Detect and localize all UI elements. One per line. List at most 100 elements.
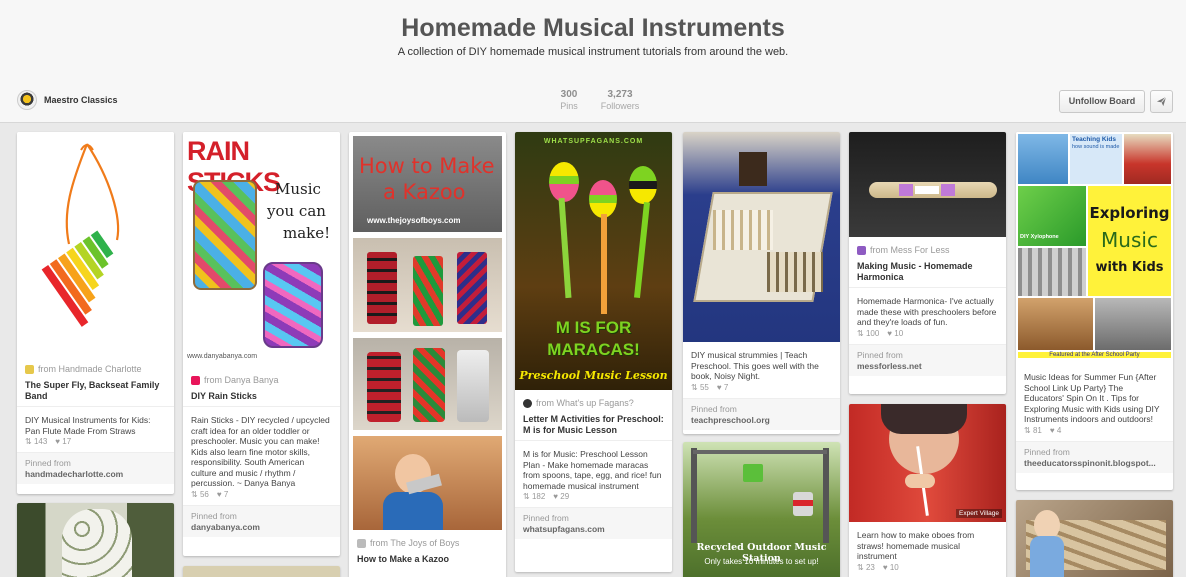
pin-source[interactable]: from Danya Banya <box>183 367 340 385</box>
pin-image[interactable] <box>17 132 174 356</box>
pin-counts: ⇅ 81 ♥ 4 <box>1016 425 1173 441</box>
pinned-from-domain[interactable]: teachpreschool.org <box>691 415 832 425</box>
pin-image[interactable] <box>17 503 174 577</box>
pin-counts: ⇅ 182 ♥ 29 <box>515 491 672 507</box>
pinned-from[interactable]: Pinned from teachpreschool.org <box>683 397 840 430</box>
sound-made-label: how sound is made <box>1072 144 1120 150</box>
pin-source-text[interactable]: from The Joys of Boys <box>370 538 459 548</box>
repin-count: ⇅ 23 <box>857 562 875 572</box>
pin-source[interactable]: from What's up Fagans? <box>515 390 672 408</box>
pin-counts: ⇅ 100 ♥ 10 <box>849 328 1006 344</box>
repin-icon: ⇅ <box>691 382 700 392</box>
kazoo-url: www.thejoysofboys.com <box>367 216 461 225</box>
pin-card-outdoor-music-station[interactable]: Recycled Outdoor Music Station Only take… <box>683 442 840 577</box>
pin-description: Rain Sticks - DIY recycled / upcycled cr… <box>191 415 330 488</box>
repin-icon: ⇅ <box>191 489 200 499</box>
pin-image[interactable]: WHATSUPFAGANS.COM M IS FOR MARACAS! Pres… <box>515 132 672 390</box>
danya-banya-star-icon <box>191 375 200 385</box>
pin-card-xylophone-child[interactable] <box>1016 500 1173 577</box>
pin-source-text[interactable]: from Danya Banya <box>204 375 279 385</box>
avatar[interactable] <box>17 90 37 110</box>
pin-title[interactable]: Making Music - Homemade Harmonica <box>849 255 1006 288</box>
pinned-from-domain[interactable]: whatsupfagans.com <box>523 524 664 534</box>
pin-source-text[interactable]: from What's up Fagans? <box>536 398 634 408</box>
rain-sticks-text-2: you can <box>267 202 326 220</box>
like-count: ♥ 29 <box>553 492 570 501</box>
maracas-heading-1: M IS FOR <box>555 318 632 337</box>
exploring-heading: Exploring <box>1089 204 1170 222</box>
board-title: Homemade Musical Instruments <box>401 14 785 42</box>
pinned-from-label: Pinned from <box>25 458 71 468</box>
like-count: ♥ 7 <box>216 489 229 499</box>
maracas-subheading: Preschool Music Lesson <box>519 369 668 382</box>
followers-stat[interactable]: 3,273 Followers <box>598 89 642 111</box>
pins-stat[interactable]: 300 Pins <box>552 89 586 111</box>
owner-name[interactable]: Maestro Classics <box>44 95 118 105</box>
pin-card-exploring-music[interactable]: Teaching Kids how sound is made Explorin… <box>1016 132 1173 490</box>
pin-card-strummies[interactable]: DIY musical strummies | Teach Preschool.… <box>683 132 840 434</box>
pin-title[interactable]: Letter M Activities for Preschool: M is … <box>515 408 672 441</box>
pin-source[interactable]: from The Joys of Boys <box>349 536 506 548</box>
pin-card-owl-apron[interactable] <box>17 503 174 577</box>
pin-description: DIY musical strummies | Teach Preschool.… <box>691 350 819 381</box>
pinned-from-domain[interactable]: handmadecharlotte.com <box>25 469 166 479</box>
pin-card-rain-sticks[interactable]: RAIN STICKS Music you can make! www.dany… <box>183 132 340 556</box>
pin-image[interactable]: How to Make a Kazoo www.thejoysofboys.co… <box>353 136 502 232</box>
pin-image[interactable] <box>683 132 840 342</box>
pin-image[interactable] <box>1016 500 1173 577</box>
pinned-from-label: Pinned from <box>691 403 737 414</box>
board-owner[interactable]: Maestro Classics <box>17 90 118 110</box>
pin-image[interactable] <box>849 132 1006 237</box>
like-count: ♥ 7 <box>716 382 729 392</box>
pinned-from[interactable]: Pinned from messforless.net <box>849 343 1006 376</box>
pinned-from[interactable]: Pinned from theeducatorsspinonit.blogspo… <box>1016 440 1173 473</box>
pinned-from[interactable]: Pinned from danyabanya.com <box>183 504 340 537</box>
pin-card-harmonica[interactable]: from Mess For Less Making Music - Homema… <box>849 132 1006 394</box>
kazoo-step-image-2[interactable] <box>353 338 502 430</box>
pin-image[interactable]: RAIN STICKS Music you can make! www.dany… <box>183 132 340 367</box>
pin-card-oboe-straws[interactable]: Expert Village Learn how to make oboes f… <box>849 404 1006 577</box>
heart-icon: ♥ <box>716 382 724 392</box>
pin-description: M is for Music: Preschool Lesson Plan - … <box>523 449 662 491</box>
pin-card-maracas[interactable]: WHATSUPFAGANS.COM M IS FOR MARACAS! Pres… <box>515 132 672 572</box>
pinned-from-domain[interactable]: danyabanya.com <box>191 522 332 532</box>
pin-source-text[interactable]: from Mess For Less <box>870 245 950 255</box>
pin-image[interactable]: Expert Village <box>849 404 1006 522</box>
pin-card-pan-flute[interactable]: from Handmade Charlotte The Super Fly, B… <box>17 132 174 494</box>
pinned-from[interactable]: Pinned from handmadecharlotte.com <box>17 452 174 484</box>
kazoo-step-image-1[interactable] <box>353 238 502 332</box>
pinned-from-domain[interactable]: messforless.net <box>857 361 998 371</box>
kazoo-boy-image[interactable] <box>353 436 502 530</box>
heart-icon: ♥ <box>882 562 890 572</box>
pin-image[interactable]: Teaching Kids how sound is made Explorin… <box>1016 132 1173 364</box>
pin-title[interactable]: The Super Fly, Backseat Family Band <box>17 374 174 407</box>
mess-for-less-hand-icon <box>857 245 866 255</box>
pins-label: Pins <box>560 101 578 111</box>
pin-source[interactable]: from Handmade Charlotte <box>17 356 174 374</box>
repin-icon: ⇅ <box>25 437 34 446</box>
pinned-from-label: Pinned from <box>857 349 903 360</box>
pan-flute-image <box>41 143 120 327</box>
send-board-button[interactable] <box>1150 90 1173 113</box>
repin-icon: ⇅ <box>857 562 866 572</box>
pin-description: Music Ideas for Summer Fun {After School… <box>1024 372 1160 424</box>
pin-image[interactable]: Recycled Outdoor Music Station Only take… <box>683 442 840 577</box>
heart-icon: ♥ <box>1049 425 1057 435</box>
pin-image[interactable] <box>183 566 340 577</box>
pin-title[interactable]: DIY Rain Sticks <box>183 385 340 407</box>
pins-count: 300 <box>560 89 578 100</box>
pin-source-text[interactable]: from Handmade Charlotte <box>38 364 142 374</box>
pinned-from[interactable]: Pinned from whatsupfagans.com <box>515 507 672 539</box>
pin-card-partial[interactable] <box>183 566 340 577</box>
pin-source[interactable]: from Mess For Less <box>849 237 1006 255</box>
pin-counts: ⇅ 56 ♥ 7 <box>183 489 340 505</box>
repin-count: ⇅ 100 <box>857 328 880 338</box>
like-count: ♥ 4 <box>1049 425 1062 435</box>
pinned-from-domain[interactable]: theeducatorsspinonit.blogspot... <box>1024 458 1165 468</box>
rain-stick-tall <box>193 180 257 290</box>
pin-title[interactable]: How to Make a Kazoo <box>349 548 506 569</box>
pin-card-kazoo[interactable]: How to Make a Kazoo www.thejoysofboys.co… <box>349 132 506 577</box>
with-kids-heading: with Kids <box>1095 260 1164 275</box>
kazoo-heading-2: a Kazoo <box>383 180 466 204</box>
unfollow-board-button[interactable]: Unfollow Board <box>1059 90 1145 113</box>
